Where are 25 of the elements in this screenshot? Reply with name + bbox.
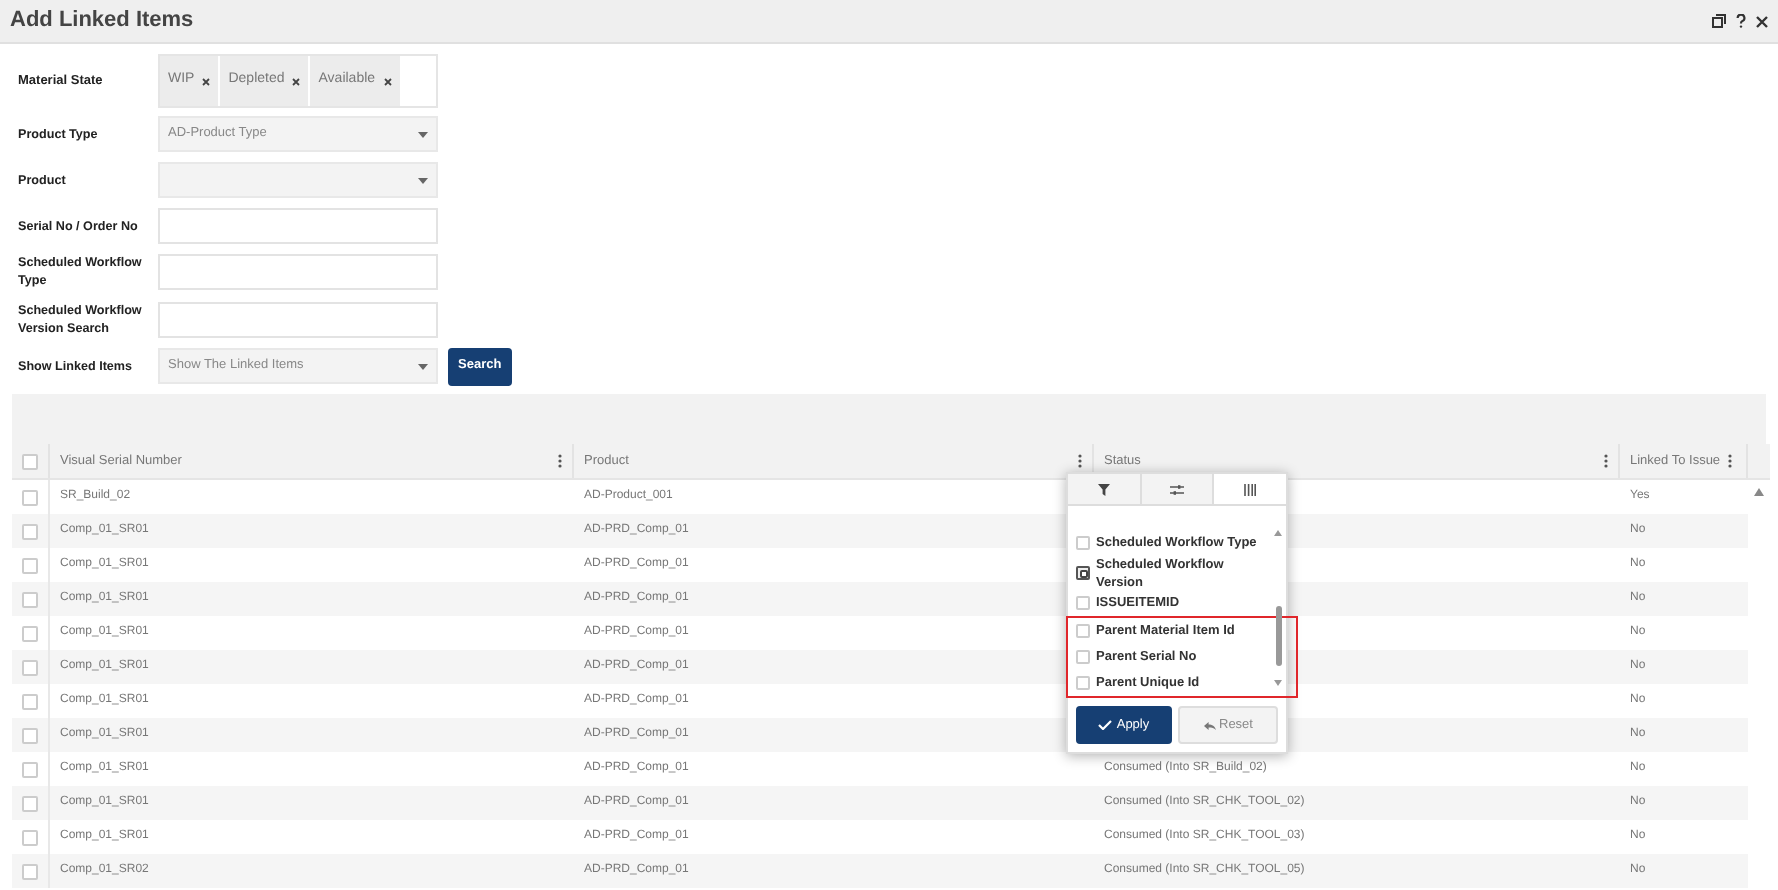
remove-icon[interactable] xyxy=(202,77,211,85)
input-field[interactable] xyxy=(158,208,438,244)
caret-icon xyxy=(418,131,428,137)
dropdown[interactable] xyxy=(158,162,438,198)
scroll-up-icon[interactable] xyxy=(1754,488,1764,496)
scrollbar-thumb[interactable] xyxy=(1275,606,1281,666)
restore-icon[interactable] xyxy=(1712,14,1726,28)
caret-icon xyxy=(418,363,428,369)
window-title: Add Linked Items xyxy=(10,6,194,37)
columns-icon xyxy=(1244,483,1257,495)
columns-tab[interactable] xyxy=(1214,474,1287,504)
filter-tab[interactable] xyxy=(1068,474,1142,504)
help-icon[interactable] xyxy=(1736,14,1746,28)
input-field[interactable] xyxy=(158,301,438,337)
remove-icon[interactable] xyxy=(383,77,392,85)
remove-icon[interactable] xyxy=(292,77,301,85)
input-field[interactable] xyxy=(158,254,438,290)
sliders-icon xyxy=(1170,483,1184,495)
scroll-up-icon[interactable] xyxy=(1274,530,1282,536)
column-menu-icon[interactable] xyxy=(1728,454,1733,468)
settings-tab[interactable] xyxy=(1141,474,1215,504)
close-icon[interactable] xyxy=(1756,15,1768,27)
caret-icon xyxy=(418,177,428,183)
check-icon xyxy=(1098,720,1113,730)
undo-icon xyxy=(1203,721,1215,729)
